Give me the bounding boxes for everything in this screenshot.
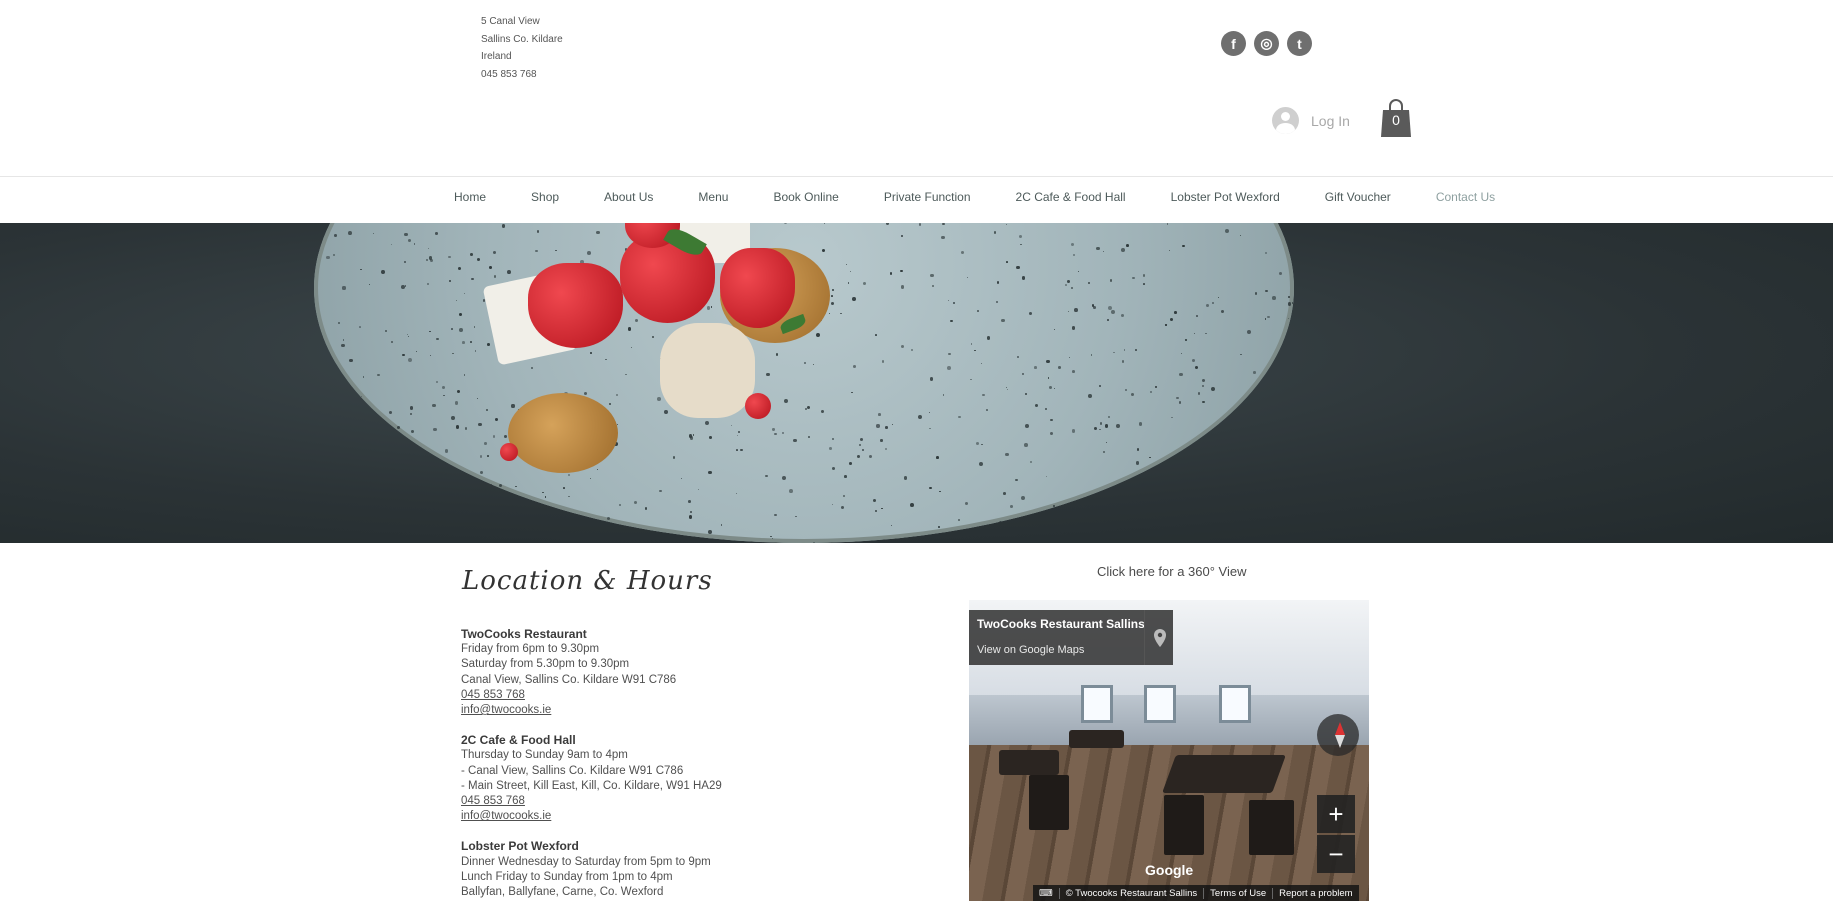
- terms-of-use-link[interactable]: Terms of Use: [1203, 887, 1272, 899]
- nav-item-shop[interactable]: Shop: [531, 190, 559, 204]
- room-window: [1144, 685, 1176, 723]
- zoom-out-button[interactable]: −: [1317, 835, 1355, 873]
- view-on-google-maps-link[interactable]: View on Google Maps: [977, 644, 1084, 656]
- nav-item-gift-voucher[interactable]: Gift Voucher: [1325, 190, 1391, 204]
- venue-2c-cafe: 2C Cafe & Food Hall Thursday to Sunday 9…: [461, 733, 791, 824]
- venue-name: Lobster Pot Wexford: [461, 839, 579, 854]
- venue-hours: Friday from 6pm to 9.30pm: [461, 643, 600, 656]
- twitter-glyph: t: [1297, 35, 1302, 52]
- nav-item-private-function[interactable]: Private Function: [884, 190, 971, 204]
- venue-address: - Canal View, Sallins Co. Kildare W91 C7…: [461, 764, 684, 777]
- strawberry: [528, 263, 623, 348]
- address-phone: 045 853 768: [481, 68, 537, 80]
- venue-email-link[interactable]: info@twocooks.ie: [461, 809, 791, 824]
- dining-table: [999, 750, 1059, 775]
- dining-chair: [1249, 800, 1294, 855]
- venue-email-link[interactable]: info@twocooks.ie: [461, 703, 791, 718]
- nav-item-lobster-pot[interactable]: Lobster Pot Wexford: [1171, 190, 1280, 204]
- keyboard-icon[interactable]: ⌨: [1033, 888, 1059, 899]
- map-info-card: TwoCooks Restaurant Sallins View on Goog…: [969, 610, 1173, 665]
- address-town: Sallins Co. Kildare: [481, 33, 563, 45]
- berry-small: [745, 393, 771, 419]
- location-title: Location & Hours: [462, 566, 713, 596]
- berry-small: [500, 443, 518, 461]
- venue-address: Ballyfan, Ballyfane, Carne, Co. Wexford: [461, 886, 664, 899]
- login-label: Log In: [1311, 112, 1350, 129]
- street-view-embed[interactable]: TwoCooks Restaurant Sallins View on Goog…: [969, 600, 1369, 901]
- instagram-icon[interactable]: ◎: [1254, 31, 1279, 56]
- dining-table: [1069, 730, 1124, 748]
- main-nav: Home Shop About Us Menu Book Online Priv…: [0, 176, 1833, 223]
- venue-name: 2C Cafe & Food Hall: [461, 733, 576, 748]
- hero-image: [0, 223, 1833, 543]
- venue-address: Canal View, Sallins Co. Kildare W91 C786: [461, 673, 677, 686]
- dining-table: [1162, 755, 1286, 793]
- address-country: Ireland: [481, 51, 512, 62]
- google-logo: Google: [1145, 862, 1194, 878]
- map-place-title: TwoCooks Restaurant Sallins: [977, 617, 1145, 631]
- dessert-cream: [660, 323, 755, 418]
- venue-hours: Thursday to Sunday 9am to 4pm: [461, 749, 628, 762]
- dining-chair: [1164, 795, 1204, 855]
- venue-address: - Main Street, Kill East, Kill, Co. Kild…: [461, 779, 722, 792]
- nav-item-menu[interactable]: Menu: [698, 190, 728, 204]
- room-window: [1081, 685, 1113, 723]
- map-footer: ⌨ © Twocooks Restaurant Sallins Terms of…: [1033, 885, 1359, 901]
- facebook-icon[interactable]: f: [1221, 31, 1246, 56]
- dining-chair: [1029, 775, 1069, 830]
- strawberry: [720, 248, 795, 328]
- venue-phone-link[interactable]: 045 853 768: [461, 794, 791, 809]
- venue-hours: Saturday from 5.30pm to 9.30pm: [461, 658, 630, 671]
- venue-twocooks: TwoCooks Restaurant Friday from 6pm to 9…: [461, 627, 791, 718]
- nav-item-contact-us[interactable]: Contact Us: [1436, 190, 1495, 204]
- venue-hours: Dinner Wednesday to Saturday from 5pm to…: [461, 855, 711, 868]
- view-360-link[interactable]: Click here for a 360° View: [1097, 564, 1246, 579]
- hours-list: TwoCooks Restaurant Friday from 6pm to 9…: [461, 627, 791, 915]
- login-button[interactable]: Log In: [1272, 107, 1350, 134]
- instagram-glyph: ◎: [1260, 35, 1273, 51]
- compass-icon[interactable]: [1317, 714, 1359, 756]
- facebook-glyph: f: [1231, 35, 1236, 52]
- map-pin-icon[interactable]: [1144, 610, 1174, 665]
- report-problem-link[interactable]: Report a problem: [1272, 887, 1358, 899]
- twitter-icon[interactable]: t: [1287, 31, 1312, 56]
- zoom-in-button[interactable]: +: [1317, 795, 1355, 833]
- nav-item-about-us[interactable]: About Us: [604, 190, 653, 204]
- venue-phone-link[interactable]: 045 853 768: [461, 688, 791, 703]
- cart-button[interactable]: 0: [1381, 99, 1411, 137]
- nav-item-home[interactable]: Home: [454, 190, 486, 204]
- venue-name: TwoCooks Restaurant: [461, 627, 587, 641]
- nav-item-book-online[interactable]: Book Online: [773, 190, 838, 204]
- social-bar: f ◎ t: [1221, 31, 1312, 56]
- venue-hours: Lunch Friday to Sunday from 1pm to 4pm: [461, 870, 673, 883]
- header-address: 5 Canal View Sallins Co. Kildare Ireland…: [481, 13, 563, 83]
- address-street: 5 Canal View: [481, 16, 540, 27]
- cart-count: 0: [1392, 112, 1400, 128]
- map-copyright: © Twocooks Restaurant Sallins: [1058, 887, 1203, 899]
- room-window: [1219, 685, 1251, 723]
- avatar-icon: [1272, 107, 1299, 134]
- dessert-biscuit: [508, 393, 618, 473]
- venue-lobster-pot: Lobster Pot Wexford Dinner Wednesday to …: [461, 839, 791, 900]
- nav-item-cafe-food-hall[interactable]: 2C Cafe & Food Hall: [1016, 190, 1126, 204]
